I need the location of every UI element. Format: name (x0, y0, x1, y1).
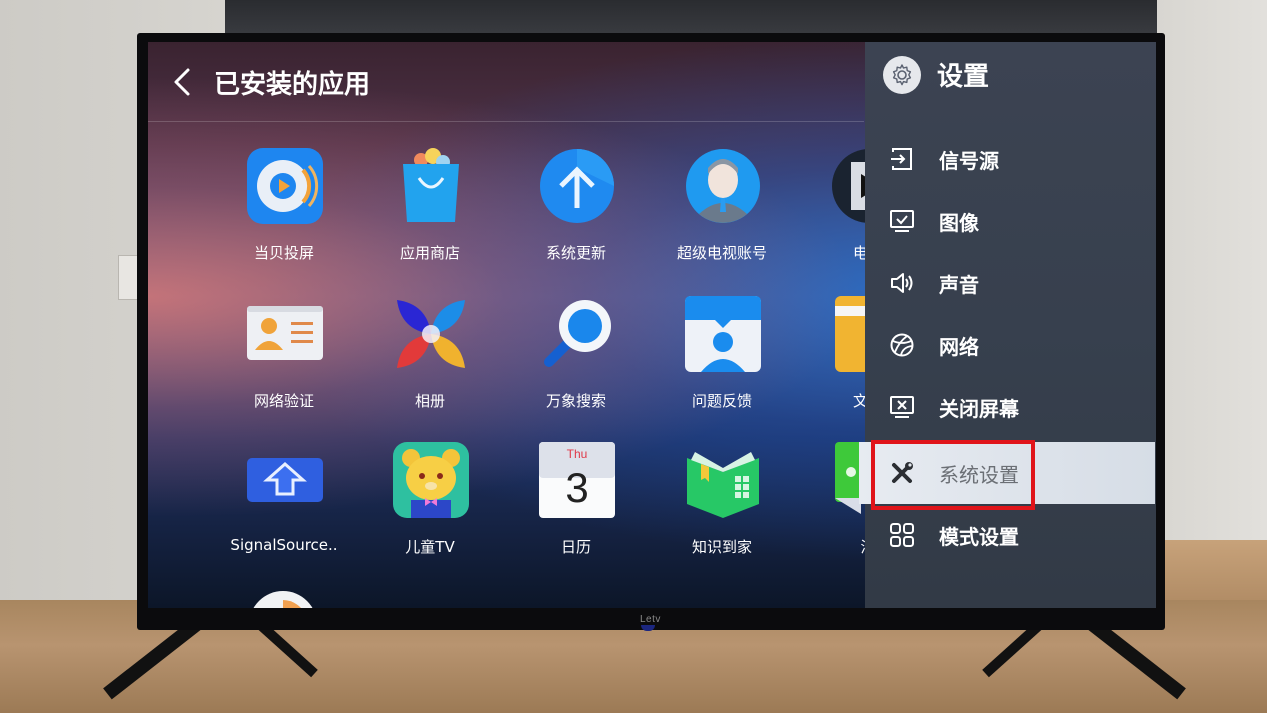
calendar-weekday: Thu (567, 447, 588, 461)
mode-grid-icon (890, 523, 914, 547)
album-petals-icon (397, 300, 465, 368)
app-label: 网络验证 (253, 392, 314, 410)
input-source-icon (891, 148, 912, 170)
menu-item-sound[interactable]: 声音 (865, 252, 1156, 314)
menu-item-input-source[interactable]: 信号源 (865, 128, 1156, 190)
settings-gear-badge (883, 56, 921, 94)
app-tile[interactable]: 网络验证 (214, 296, 354, 426)
tv-brand-logo: Letv (640, 614, 661, 625)
app-label: 系统更新 (545, 244, 606, 262)
menu-item-label: 网络 (939, 335, 979, 359)
app-tile[interactable]: 相册 (360, 296, 500, 426)
app-label: 儿童TV (405, 538, 455, 556)
partial-app-icon (253, 591, 313, 608)
menu-item-label: 模式设置 (939, 525, 1019, 549)
page-title: 已安装的应用 (214, 70, 371, 100)
network-auth-card-icon (247, 306, 323, 360)
gear-icon (892, 64, 912, 86)
menu-item-label: 系统设置 (939, 463, 1019, 487)
search-magnifier-icon (544, 300, 611, 367)
speaker-icon (891, 273, 913, 293)
knowledge-book-icon (687, 452, 759, 518)
screen-off-icon (890, 396, 914, 418)
app-label: 知识到家 (691, 538, 752, 556)
app-tile[interactable]: 问题反馈 (652, 296, 792, 426)
menu-item-network[interactable]: 网络 (865, 314, 1156, 376)
app-tile[interactable]: 超级电视账号 (652, 148, 792, 278)
menu-item-screen-off[interactable]: 关闭屏幕 (865, 376, 1156, 438)
network-globe-icon (890, 333, 914, 357)
app-label: 日历 (560, 538, 591, 556)
app-label: 应用商店 (399, 244, 460, 262)
menu-item-label: 信号源 (939, 149, 999, 173)
header-divider (148, 121, 864, 122)
app-store-bag-icon (403, 148, 459, 222)
back-button[interactable] (170, 64, 194, 100)
chevron-left-icon (174, 68, 190, 96)
menu-item-label: 声音 (939, 273, 979, 297)
app-tile[interactable]: 万象搜索 (506, 296, 646, 426)
app-label: 相册 (414, 392, 445, 410)
wooden-shelf (1157, 540, 1267, 600)
settings-panel: 设置 信号源 图像 声音 网络 关闭屏幕 系统设置 模式设置 (859, 42, 1156, 608)
tv-screen: 已安装的应用 当贝投屏 应用商店 系统更新 超级电视账号 网络验证 相册 万象搜… (148, 42, 1156, 608)
menu-item-picture[interactable]: 图像 (865, 190, 1156, 252)
page-header: 已安装的应用 (148, 42, 864, 122)
app-tile[interactable]: Thu 3 日历 (506, 442, 646, 572)
app-label: 超级电视账号 (676, 244, 767, 262)
app-label: 问题反馈 (691, 392, 752, 410)
menu-item-label: 关闭屏幕 (939, 397, 1019, 421)
app-label: 万象搜索 (545, 392, 606, 410)
feedback-person-icon (685, 296, 761, 372)
tv-account-avatar-icon (686, 149, 760, 223)
menu-item-label: 图像 (939, 211, 979, 235)
kids-bear-icon (393, 442, 469, 518)
dangbei-cast-icon (247, 148, 323, 224)
calendar-day: 3 (565, 464, 588, 511)
calendar-icon: Thu 3 (539, 442, 615, 518)
menu-item-mode-settings[interactable]: 模式设置 (865, 504, 1156, 566)
picture-monitor-icon (890, 210, 914, 232)
app-tile[interactable]: 当贝投屏 (214, 148, 354, 278)
signal-source-arrow-icon (247, 458, 323, 502)
menu-item-system-settings[interactable]: 系统设置 (859, 442, 1155, 504)
app-tile[interactable]: 知识到家 (652, 442, 792, 572)
tools-wrench-icon (892, 462, 913, 483)
app-tile[interactable]: SignalSource.. (214, 442, 354, 572)
app-label: 当贝投屏 (253, 244, 314, 262)
app-tile[interactable]: 系统更新 (506, 148, 646, 278)
app-tile[interactable]: 儿童TV (360, 442, 500, 572)
room-wall-right (1157, 0, 1267, 560)
settings-panel-title: 设置 (937, 62, 990, 92)
app-label: SignalSource.. (230, 536, 338, 554)
system-update-arrow-icon (540, 149, 614, 223)
app-tile[interactable]: 应用商店 (360, 148, 500, 278)
